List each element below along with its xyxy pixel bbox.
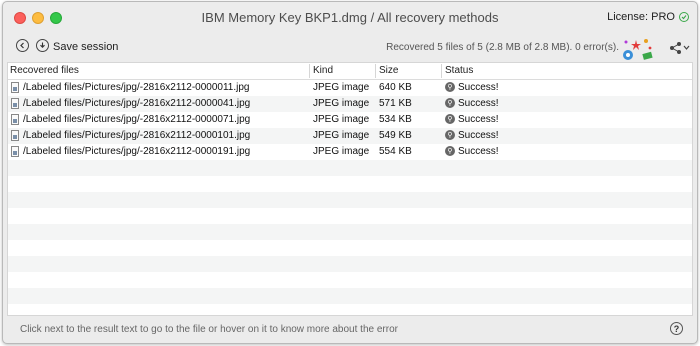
help-button[interactable]: ?	[670, 322, 683, 335]
file-kind: JPEG image	[313, 130, 370, 141]
empty-table-row	[8, 176, 692, 192]
jpeg-file-icon	[11, 98, 19, 109]
file-path[interactable]: /Labeled files/Pictures/jpg/-2816x2112-0…	[23, 82, 249, 93]
empty-table-row	[8, 224, 692, 240]
empty-table-row	[8, 272, 692, 288]
table-row[interactable]: /Labeled files/Pictures/jpg/-2816x2112-0…	[8, 96, 692, 112]
file-path[interactable]: /Labeled files/Pictures/jpg/-2816x2112-0…	[23, 114, 250, 125]
save-session-icon-button[interactable]	[36, 39, 49, 52]
file-size: 534 KB	[379, 114, 412, 125]
window-title: IBM Memory Key BKP1.dmg / All recovery m…	[201, 10, 499, 25]
table-row[interactable]: /Labeled files/Pictures/jpg/-2816x2112-0…	[8, 128, 692, 144]
recovery-status[interactable]: Success!	[458, 130, 499, 141]
table-body: /Labeled files/Pictures/jpg/-2816x2112-0…	[8, 80, 692, 315]
status-footer: Click next to the result text to go to t…	[3, 317, 697, 343]
jpeg-file-icon	[11, 130, 19, 141]
file-kind: JPEG image	[313, 82, 370, 93]
magnifier-icon[interactable]: ⚲	[445, 114, 455, 124]
back-button[interactable]	[16, 39, 29, 52]
column-header-files[interactable]: Recovered files	[10, 65, 79, 76]
share-icon[interactable]	[669, 41, 691, 55]
empty-table-row	[8, 304, 692, 315]
license-label: License: PRO	[607, 11, 675, 23]
jpeg-file-icon	[11, 114, 19, 125]
jpeg-file-icon	[11, 82, 19, 93]
recovery-summary: Recovered 5 files of 5 (2.8 MB of 2.8 MB…	[386, 42, 619, 53]
table-row[interactable]: /Labeled files/Pictures/jpg/-2816x2112-0…	[8, 144, 692, 160]
empty-table-row	[8, 160, 692, 176]
app-logo-icon	[623, 39, 653, 60]
empty-table-row	[8, 288, 692, 304]
checkmark-icon	[679, 12, 689, 22]
title-bar: IBM Memory Key BKP1.dmg / All recovery m…	[3, 2, 697, 32]
file-size: 549 KB	[379, 130, 412, 141]
license-status[interactable]: License: PRO	[607, 11, 689, 23]
file-size: 571 KB	[379, 98, 412, 109]
file-size: 554 KB	[379, 146, 412, 157]
file-path[interactable]: /Labeled files/Pictures/jpg/-2816x2112-0…	[23, 130, 250, 141]
empty-table-row	[8, 240, 692, 256]
app-window: IBM Memory Key BKP1.dmg / All recovery m…	[2, 1, 698, 344]
file-path[interactable]: /Labeled files/Pictures/jpg/-2816x2112-0…	[23, 98, 250, 109]
recovery-status[interactable]: Success!	[458, 114, 499, 125]
column-header-status[interactable]: Status	[445, 65, 473, 76]
jpeg-file-icon	[11, 146, 19, 157]
table-row[interactable]: /Labeled files/Pictures/jpg/-2816x2112-0…	[8, 80, 692, 96]
file-kind: JPEG image	[313, 146, 370, 157]
toolbar: Save session Recovered 5 files of 5 (2.8…	[3, 32, 697, 62]
magnifier-icon[interactable]: ⚲	[445, 98, 455, 108]
recovered-files-table: Recovered files Kind Size Status /Labele…	[7, 62, 693, 316]
table-header: Recovered files Kind Size Status	[8, 63, 692, 80]
recovery-status[interactable]: Success!	[458, 82, 499, 93]
magnifier-icon[interactable]: ⚲	[445, 146, 455, 156]
empty-table-row	[8, 256, 692, 272]
magnifier-icon[interactable]: ⚲	[445, 82, 455, 92]
save-session-button[interactable]: Save session	[53, 41, 118, 53]
column-header-size[interactable]: Size	[379, 65, 398, 76]
empty-table-row	[8, 208, 692, 224]
file-kind: JPEG image	[313, 114, 370, 125]
file-path[interactable]: /Labeled files/Pictures/jpg/-2816x2112-0…	[23, 146, 250, 157]
download-icon	[40, 42, 45, 48]
empty-table-row	[8, 192, 692, 208]
magnifier-icon[interactable]: ⚲	[445, 130, 455, 140]
file-kind: JPEG image	[313, 98, 370, 109]
file-size: 640 KB	[379, 82, 412, 93]
column-header-kind[interactable]: Kind	[313, 65, 333, 76]
table-row[interactable]: /Labeled files/Pictures/jpg/-2816x2112-0…	[8, 112, 692, 128]
back-arrow-icon	[20, 42, 24, 49]
footer-hint: Click next to the result text to go to t…	[20, 324, 398, 335]
recovery-status[interactable]: Success!	[458, 146, 499, 157]
recovery-status[interactable]: Success!	[458, 98, 499, 109]
